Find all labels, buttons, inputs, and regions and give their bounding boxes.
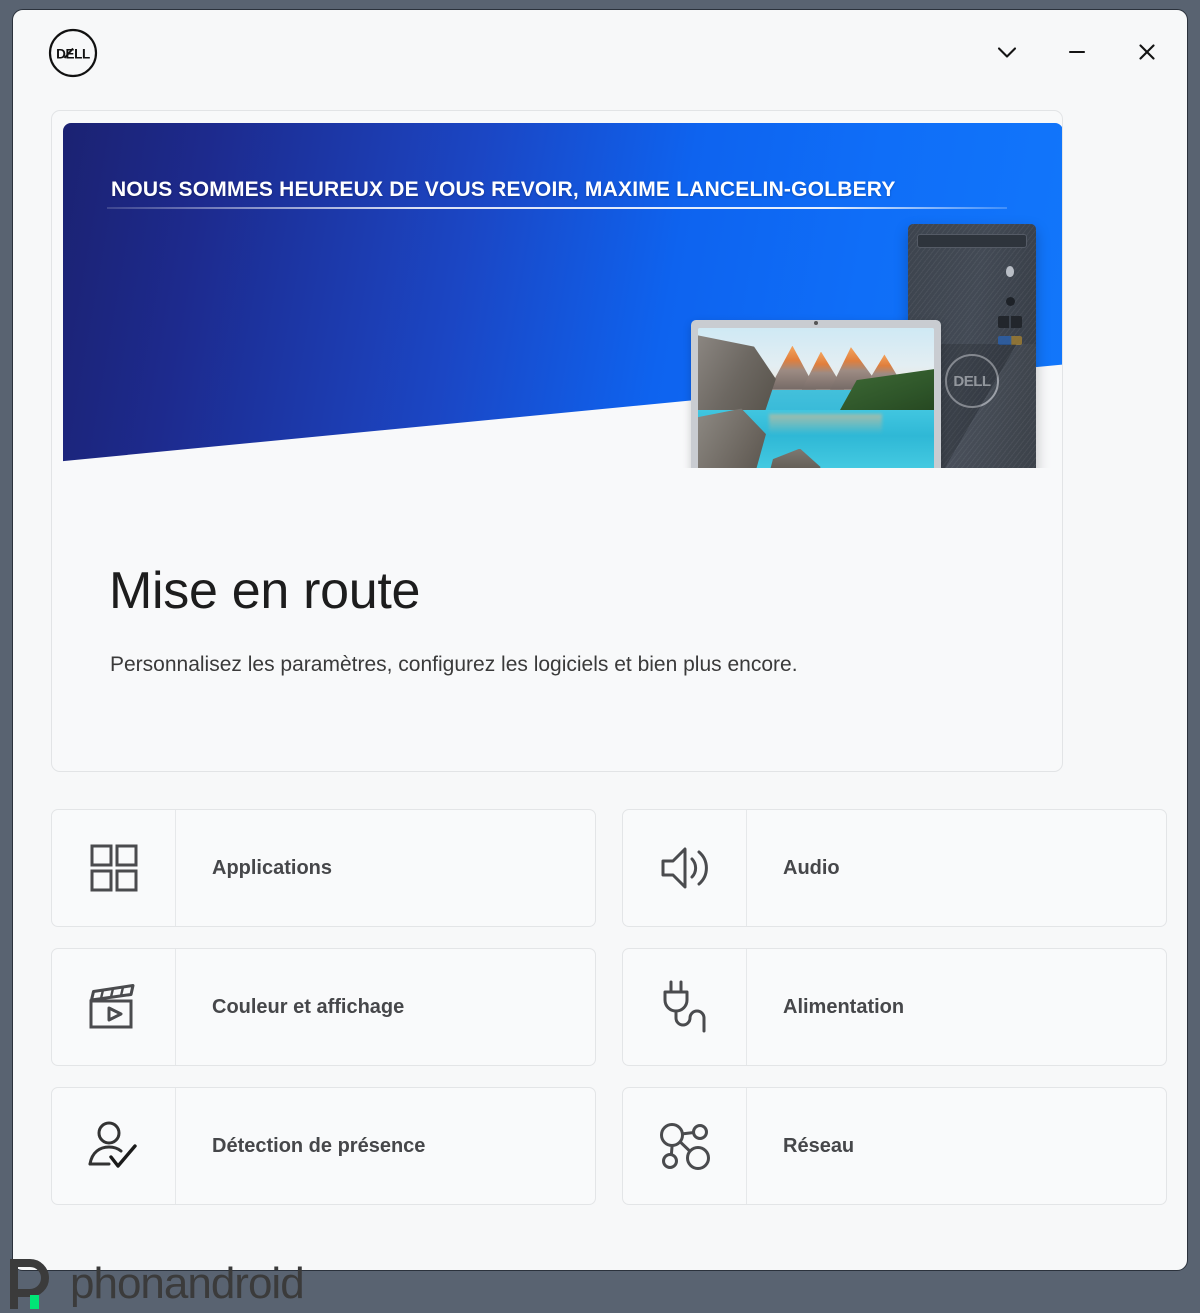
tile-applications[interactable]: Applications (51, 809, 596, 927)
tower-dell-badge: DELL (945, 354, 999, 408)
phonandroid-watermark: phonandroid (8, 1253, 305, 1313)
tile-label: Audio (783, 856, 840, 879)
tile-label: Détection de présence (212, 1134, 426, 1157)
network-nodes-icon (623, 1088, 747, 1204)
tower-usb-ports (998, 316, 1022, 328)
tower-power-button-icon (1006, 266, 1014, 277)
tile-label: Alimentation (783, 995, 905, 1018)
phonandroid-p-logo (8, 1253, 56, 1313)
close-icon[interactable] (1125, 30, 1169, 74)
window-controls (985, 30, 1169, 74)
page-subtitle: Personnalisez les paramètres, configurez… (110, 653, 798, 676)
power-plug-icon (623, 949, 747, 1065)
tile-couleur-et-affichage[interactable]: Couleur et affichage (51, 948, 596, 1066)
tower-optical-slot (917, 234, 1027, 248)
laptop-image (681, 320, 951, 468)
dell-logo: DELL (48, 28, 98, 78)
speaker-icon (623, 810, 747, 926)
tile-detection-de-presence[interactable]: Détection de présence (51, 1087, 596, 1205)
tile-label: Applications (212, 856, 333, 879)
window-titlebar: DELL (13, 10, 1187, 96)
screenshot-root: DELL NOUS SOMMES HEUREUX DE VOUS REVOIR,… (0, 0, 1200, 1313)
phonandroid-wordmark: phonandroid (70, 1258, 305, 1308)
laptop-screen-wallpaper (698, 328, 934, 468)
apps-grid-icon (52, 810, 176, 926)
wallpaper-reflection (768, 414, 883, 434)
person-check-icon (52, 1088, 176, 1204)
laptop-webcam-icon (814, 321, 818, 325)
dell-optimizer-window: DELL NOUS SOMMES HEUREUX DE VOUS REVOIR,… (12, 9, 1188, 1271)
quick-settings-grid: Applications Audio Couleur et affichage … (51, 809, 1167, 1205)
welcome-banner: NOUS SOMMES HEUREUX DE VOUS REVOIR, MAXI… (63, 123, 1062, 468)
getting-started-card: NOUS SOMMES HEUREUX DE VOUS REVOIR, MAXI… (51, 110, 1063, 772)
minimize-icon[interactable] (1055, 30, 1099, 74)
welcome-message: NOUS SOMMES HEUREUX DE VOUS REVOIR, MAXI… (111, 178, 896, 201)
tile-audio[interactable]: Audio (622, 809, 1167, 927)
laptop-lid (691, 320, 941, 468)
tile-label: Réseau (783, 1134, 855, 1157)
tower-audio-jack (1006, 297, 1015, 306)
tile-label: Couleur et affichage (212, 995, 405, 1018)
tile-reseau[interactable]: Réseau (622, 1087, 1167, 1205)
tower-usb3-ports (998, 336, 1022, 345)
page-title: Mise en route (109, 562, 421, 620)
chevron-down-icon[interactable] (985, 30, 1029, 74)
devices-illustration: DELL (663, 208, 1062, 468)
tile-alimentation[interactable]: Alimentation (622, 948, 1167, 1066)
clapperboard-icon (52, 949, 176, 1065)
